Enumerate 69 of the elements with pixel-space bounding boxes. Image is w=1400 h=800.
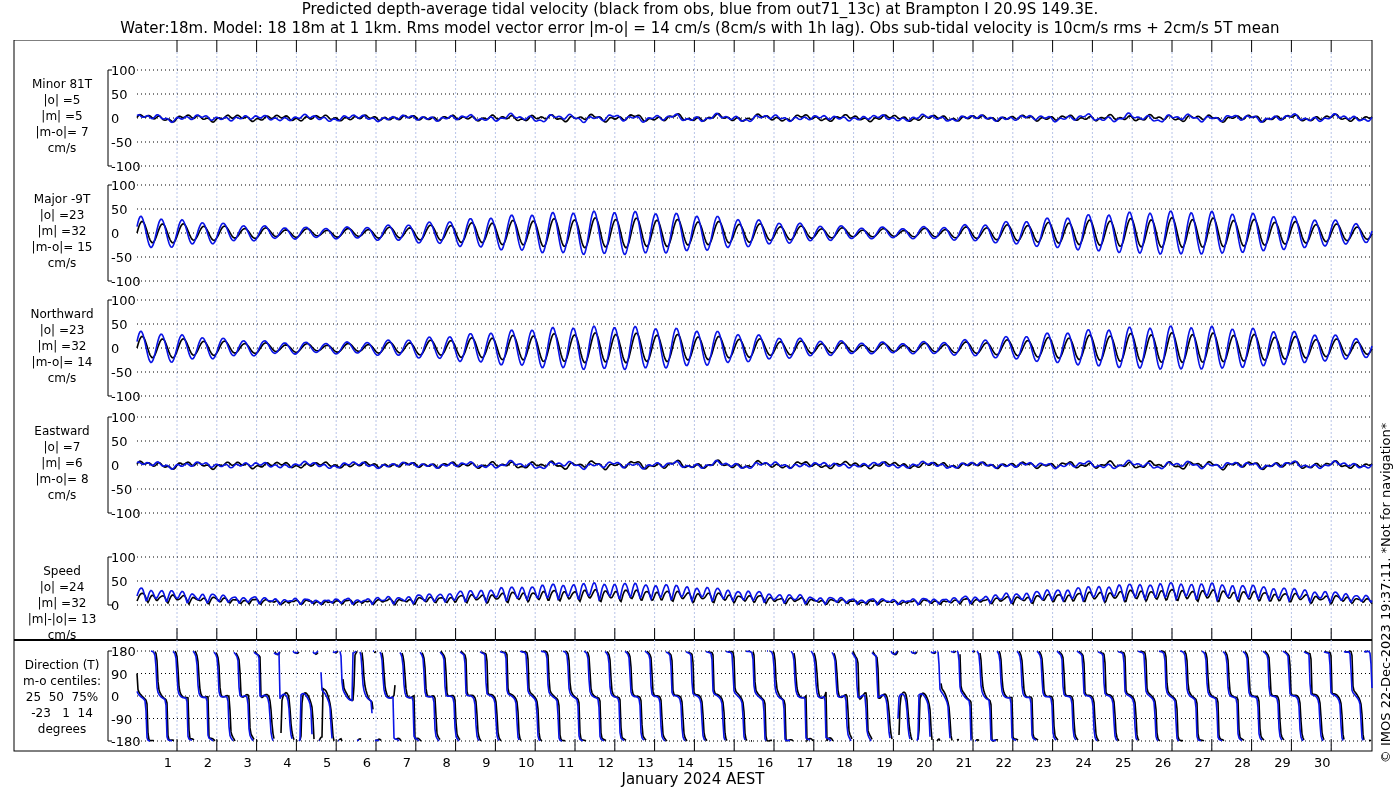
day-label: 14 [677,755,694,770]
panel-label: Eastward |o| =7 |m| =6 |m-o|= 8 cm/s [34,424,90,502]
day-label: 25 [1114,755,1132,770]
day-label: 23 [1035,755,1052,770]
day-label: 7 [402,755,411,770]
x-axis-title: January 2024 AEST [621,770,765,788]
y-tick-label: -50 [111,482,133,497]
y-tick-label: 50 [111,87,128,102]
y-tick-label: -100 [111,159,141,174]
day-label: 11 [557,755,575,770]
panel-label: Speed |o| =24 |m| =32 |m|-|o|= 13 cm/s [27,564,97,642]
y-tick-label: 0 [111,226,120,241]
y-tick-label: -90 [111,711,133,727]
day-label: 17 [796,755,814,770]
y-axis [107,556,113,606]
day-label: 3 [243,755,252,770]
day-label: 8 [442,755,451,770]
day-label: 6 [362,755,372,770]
day-label: 27 [1194,755,1212,770]
y-tick-label: -50 [111,365,133,380]
y-tick-label: 100 [111,410,136,425]
y-tick-label: -100 [111,274,141,289]
y-tick-label: 100 [111,293,136,308]
y-tick-label: -50 [111,135,133,150]
y-tick-label: -50 [111,250,133,265]
y-tick-label: 0 [111,598,120,613]
y-tick-label: 50 [111,574,128,589]
y-tick-label: -180 [111,734,141,749]
day-label: 21 [955,755,973,770]
panel-label: Minor 81T |o| =5 |m| =5 |m-o|= 7 cm/s [32,77,92,155]
y-tick-label: 180 [111,644,136,659]
y-tick-label: 100 [111,178,136,193]
y-tick-label: 100 [111,63,136,78]
day-label: 10 [517,755,535,770]
day-label: 28 [1234,755,1251,770]
day-label: 24 [1075,755,1092,770]
panel-label: Major -9T |o| =23 |m| =32 |m-o|= 15 cm/s [31,192,93,270]
day-label: 9 [482,755,491,770]
panel-label: Northward |o| =23 |m| =32 |m-o|= 14 cm/s [30,307,94,385]
day-label: 26 [1154,755,1172,770]
day-label: 12 [597,755,615,770]
day-label: 13 [637,755,654,770]
chart-title: Water:18m. Model: 18 18m at 1 1km. Rms model vector error |m-o| = 14 cm/s (8cm/s with 1h lag). Obs sub-tidal velocity is 10cm/s rms + 2cm/s 5T mean [120,19,1280,38]
y-tick-label: 0 [111,689,120,704]
day-label: 20 [915,755,933,770]
day-label: 22 [995,755,1013,770]
y-tick-label: 100 [111,550,136,565]
panel-label: Direction (T) m-o centiles: 25 50 75% -23 1 14 degrees [23,658,101,736]
y-tick-label: -100 [111,389,141,404]
chart-title: Predicted depth-average tidal velocity (black from obs, blue from out71_13c) at Brampton I 20.9S 149.3E. [301,0,1099,19]
day-label: 2 [203,755,212,770]
day-label: 1 [163,755,173,770]
day-label: 16 [756,755,774,770]
y-tick-label: 50 [111,317,128,332]
y-tick-label: 50 [111,202,128,217]
day-label: 15 [716,755,734,770]
day-label: 18 [836,755,853,770]
y-tick-label: -100 [111,506,141,521]
day-label: 4 [283,755,292,770]
y-tick-label: 0 [111,341,120,356]
y-tick-label: 0 [111,111,120,126]
y-tick-label: 90 [111,666,128,682]
day-label: 19 [876,755,893,770]
y-tick-label: 0 [111,458,120,473]
day-label: 30 [1313,755,1331,770]
copyright-note: © IMOS 22-Dec-2023 19:37:11. *Not for navigation* [1378,422,1393,764]
y-tick-label: 50 [111,434,128,449]
day-label: 5 [323,755,332,770]
day-label: 29 [1274,755,1291,770]
